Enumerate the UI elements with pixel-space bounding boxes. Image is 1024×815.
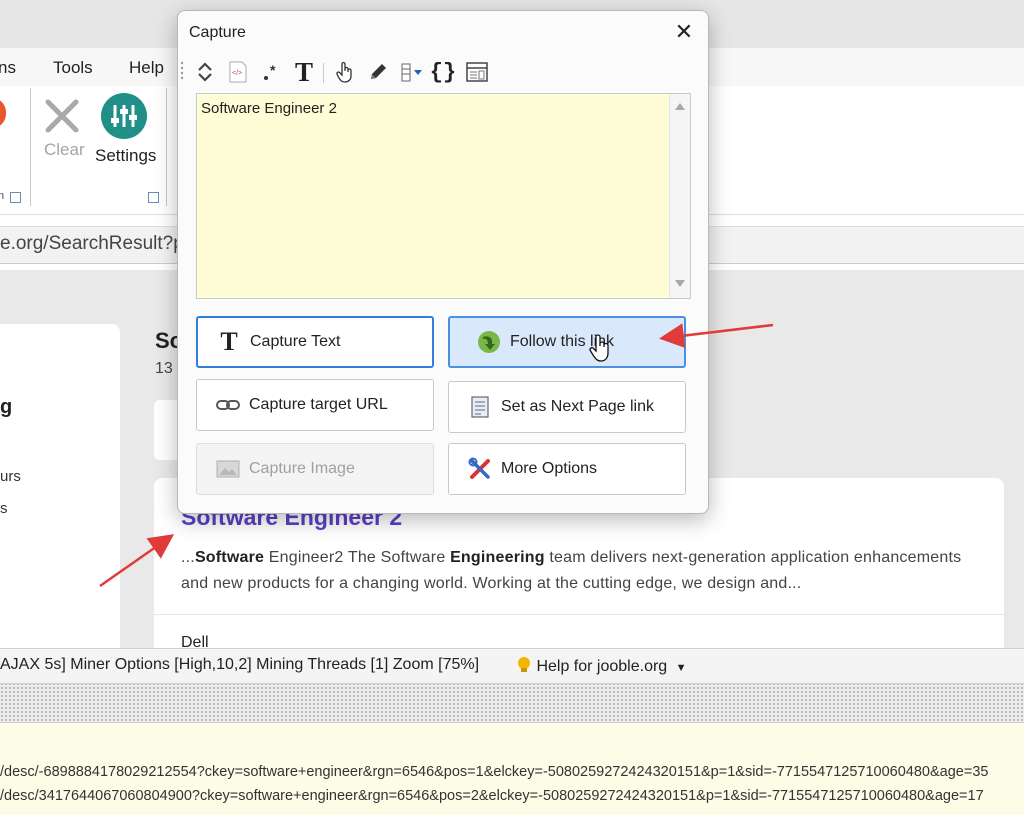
annotation-arrow	[659, 323, 774, 349]
annotation-arrow	[99, 534, 175, 588]
annotation-arrows	[99, 323, 774, 588]
